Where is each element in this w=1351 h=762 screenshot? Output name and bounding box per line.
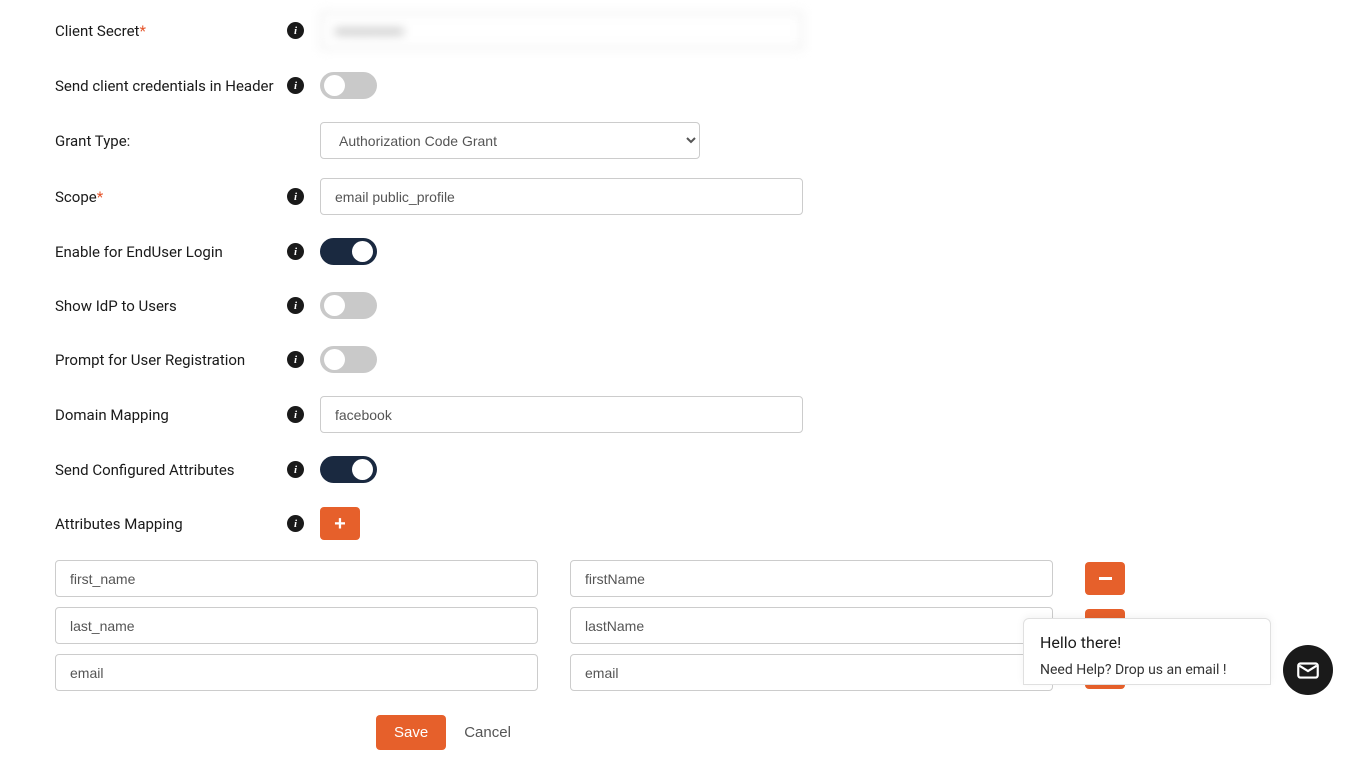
- send-header-label: Send client credentials in Header: [55, 77, 274, 95]
- info-icon[interactable]: i: [287, 243, 304, 260]
- client-secret-label: Client Secret*: [55, 22, 146, 40]
- client-secret-input[interactable]: [320, 12, 803, 49]
- info-icon[interactable]: i: [287, 406, 304, 423]
- info-icon[interactable]: i: [287, 297, 304, 314]
- help-subtext: Need Help? Drop us an email !: [1040, 662, 1254, 678]
- info-icon[interactable]: i: [287, 515, 304, 532]
- attribute-target-input[interactable]: [570, 654, 1053, 691]
- info-icon[interactable]: i: [287, 188, 304, 205]
- save-button[interactable]: Save: [376, 715, 446, 750]
- grant-type-label: Grant Type:: [55, 132, 130, 150]
- minus-icon: [1099, 577, 1112, 580]
- scope-label: Scope*: [55, 188, 103, 206]
- attribute-target-input[interactable]: [570, 607, 1053, 644]
- add-attribute-button[interactable]: +: [320, 507, 360, 540]
- attribute-source-input[interactable]: [55, 654, 538, 691]
- send-attr-toggle[interactable]: [320, 456, 377, 483]
- plus-icon: +: [334, 514, 346, 534]
- attr-mapping-label: Attributes Mapping: [55, 515, 183, 533]
- cancel-button[interactable]: Cancel: [464, 724, 511, 741]
- mail-icon: [1295, 657, 1321, 683]
- scope-input[interactable]: [320, 178, 803, 215]
- help-greeting: Hello there!: [1040, 633, 1254, 652]
- enable-enduser-label: Enable for EndUser Login: [55, 243, 223, 261]
- attribute-source-input[interactable]: [55, 560, 538, 597]
- attribute-source-input[interactable]: [55, 607, 538, 644]
- info-icon[interactable]: i: [287, 22, 304, 39]
- prompt-reg-label: Prompt for User Registration: [55, 351, 245, 369]
- attribute-mapping-row: [0, 560, 1351, 597]
- remove-attribute-button[interactable]: [1085, 562, 1125, 595]
- enable-enduser-toggle[interactable]: [320, 238, 377, 265]
- info-icon[interactable]: i: [287, 77, 304, 94]
- info-icon[interactable]: i: [287, 461, 304, 478]
- domain-mapping-label: Domain Mapping: [55, 406, 169, 424]
- prompt-reg-toggle[interactable]: [320, 346, 377, 373]
- info-icon[interactable]: i: [287, 351, 304, 368]
- grant-type-select[interactable]: Authorization Code Grant: [320, 122, 700, 159]
- show-idp-toggle[interactable]: [320, 292, 377, 319]
- attribute-target-input[interactable]: [570, 560, 1053, 597]
- send-attr-label: Send Configured Attributes: [55, 461, 235, 479]
- domain-mapping-input[interactable]: [320, 396, 803, 433]
- send-header-toggle[interactable]: [320, 72, 377, 99]
- help-widget[interactable]: Hello there! Need Help? Drop us an email…: [1023, 618, 1271, 685]
- show-idp-label: Show IdP to Users: [55, 297, 177, 315]
